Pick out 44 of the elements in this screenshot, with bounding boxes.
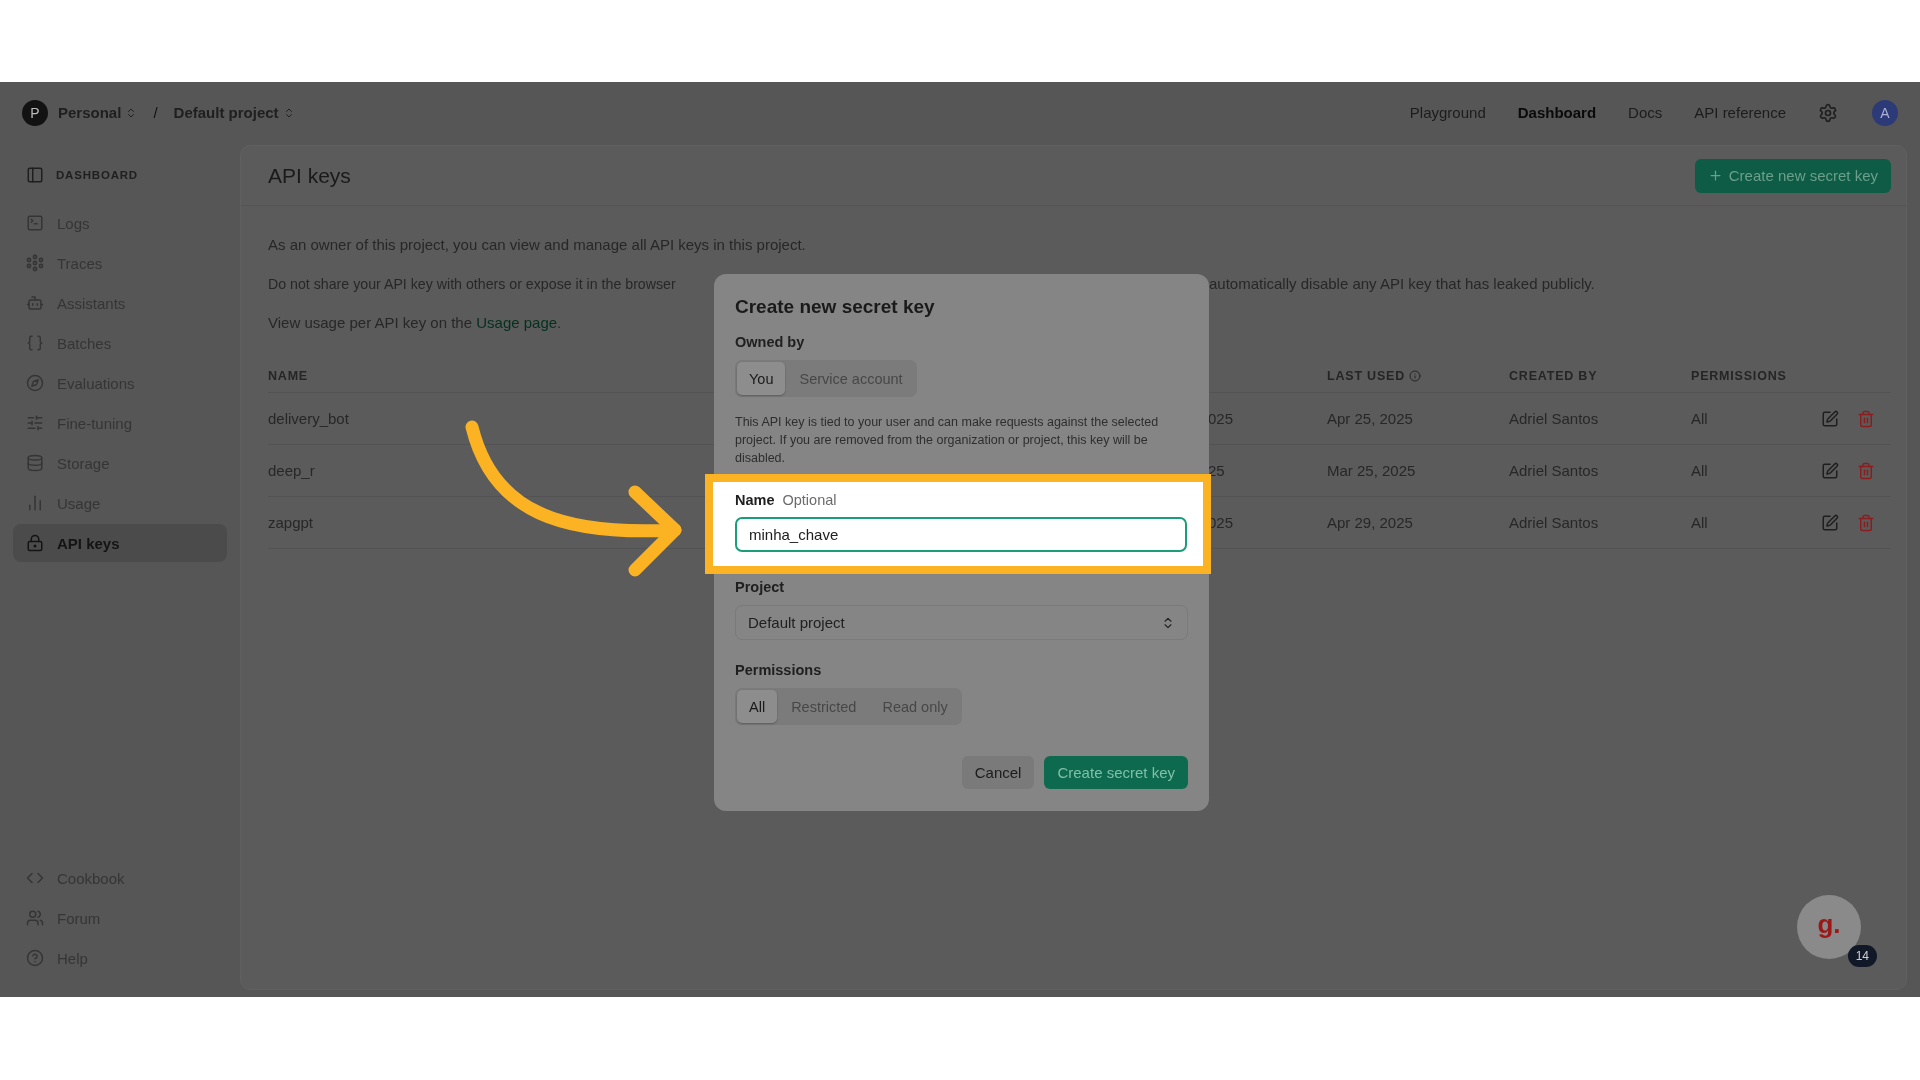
- sidebar-panel-icon[interactable]: [26, 166, 44, 184]
- settings-icon[interactable]: [1818, 102, 1838, 123]
- delete-icon[interactable]: [1857, 513, 1875, 532]
- info-icon[interactable]: [1409, 369, 1422, 382]
- compass-icon: [26, 374, 44, 392]
- create-key-button[interactable]: Create new secret key: [1694, 158, 1891, 193]
- usage-link[interactable]: Usage page: [476, 314, 558, 331]
- lock-icon: [26, 534, 44, 552]
- create-secret-key-button[interactable]: Create secret key: [1044, 756, 1188, 789]
- org-avatar: P: [22, 99, 48, 126]
- delete-icon[interactable]: [1857, 461, 1875, 480]
- nav-link[interactable]: Docs: [1628, 104, 1663, 121]
- database-icon: [26, 454, 44, 472]
- bar-chart-icon: [26, 494, 44, 512]
- delete-icon[interactable]: [1857, 409, 1875, 428]
- users-icon: [26, 909, 44, 927]
- chat-logo: g.: [1817, 908, 1841, 940]
- breadcrumb-separator: /: [153, 104, 158, 121]
- nav-link[interactable]: Playground: [1409, 104, 1486, 121]
- page-title: API keys: [268, 163, 351, 188]
- field-label: Permissions: [735, 662, 823, 678]
- sliders-icon: [26, 414, 44, 432]
- dialog-title: Create new secret key: [735, 296, 936, 318]
- help-icon: [26, 949, 44, 967]
- robot-icon: [26, 294, 44, 312]
- edit-icon[interactable]: [1821, 461, 1839, 480]
- terminal-icon: [26, 214, 44, 232]
- project-select[interactable]: Default project: [735, 605, 1188, 640]
- name-input[interactable]: minha_chave: [735, 517, 1187, 552]
- field-label: Project: [735, 579, 786, 595]
- field-label: Owned by: [735, 334, 806, 350]
- sidebar-item[interactable]: API keys: [13, 524, 227, 562]
- nav-link[interactable]: Dashboard: [1517, 104, 1597, 121]
- owner-option[interactable]: You: [737, 362, 786, 395]
- braces-icon: [26, 334, 44, 352]
- notification-badge: 14: [1847, 945, 1877, 967]
- cancel-button[interactable]: Cancel: [961, 756, 1035, 789]
- nav-link[interactable]: API reference: [1694, 104, 1786, 121]
- dots-icon: [26, 254, 44, 272]
- edit-icon[interactable]: [1821, 513, 1839, 532]
- edit-icon[interactable]: [1821, 409, 1839, 428]
- user-avatar[interactable]: A: [1872, 99, 1898, 126]
- permission-option[interactable]: All: [737, 690, 778, 723]
- plus-icon: [1707, 168, 1723, 183]
